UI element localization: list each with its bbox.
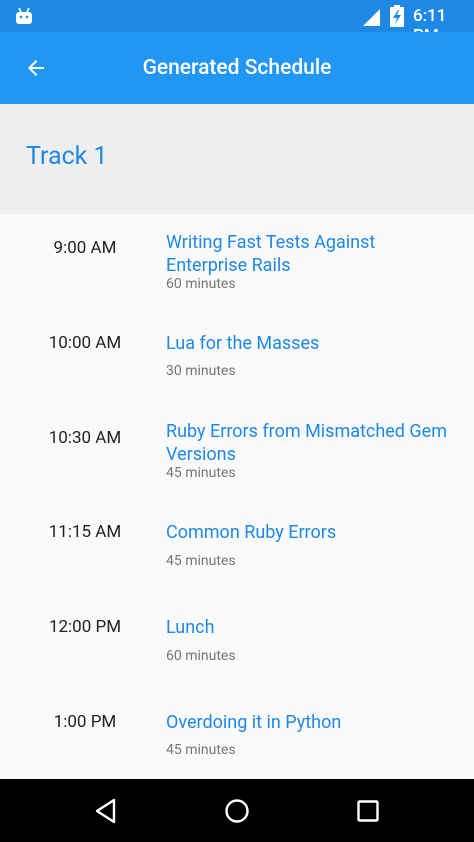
talk-title[interactable]: Lunch (166, 616, 456, 639)
talk-duration: 45 minutes (166, 465, 236, 481)
talk-time: 12:00 PM (48, 617, 122, 637)
schedule-row: 10:30 AM Ruby Errors from Mismatched Gem… (0, 404, 474, 499)
recents-square-icon (357, 800, 379, 822)
system-nav-bar (0, 779, 474, 842)
talk-title[interactable]: Lua for the Masses (166, 332, 456, 355)
battery-charging-icon (390, 5, 404, 27)
talk-duration: 45 minutes (166, 742, 236, 758)
talk-title[interactable]: Writing Fast Tests Against Enterprise Ra… (166, 231, 456, 277)
schedule-row: 12:00 PM Lunch 60 minutes (0, 594, 474, 689)
status-bar: 6:11 PM (0, 0, 474, 46)
talk-time: 10:30 AM (48, 428, 122, 448)
talk-time: 1:00 PM (53, 712, 117, 732)
schedule-row: 11:15 AM Common Ruby Errors 45 minutes (0, 499, 474, 594)
track-header: Track 1 (0, 104, 474, 214)
talk-title[interactable]: Common Ruby Errors (166, 521, 456, 544)
talk-time: 10:00 AM (48, 333, 122, 353)
home-circle-icon (225, 799, 249, 823)
talk-duration: 60 minutes (166, 276, 236, 292)
talk-time: 11:15 AM (48, 522, 122, 542)
signal-icon (363, 9, 380, 26)
talk-duration: 45 minutes (166, 553, 236, 569)
talk-title[interactable]: Overdoing it in Python (166, 711, 456, 734)
talk-duration: 30 minutes (166, 363, 236, 379)
talk-time: 9:00 AM (53, 238, 117, 258)
schedule-row: 9:00 AM Writing Fast Tests Against Enter… (0, 214, 474, 309)
nav-home-button[interactable] (217, 791, 257, 831)
back-button[interactable] (16, 48, 56, 88)
nav-recents-button[interactable] (348, 791, 388, 831)
android-icon (16, 7, 32, 24)
page-title: Generated Schedule (142, 56, 332, 80)
nav-back-button[interactable] (86, 791, 126, 831)
arrow-back-icon (28, 60, 44, 76)
talk-duration: 60 minutes (166, 648, 236, 664)
schedule-row: 10:00 AM Lua for the Masses 30 minutes (0, 309, 474, 404)
track-title: Track 1 (26, 142, 108, 171)
app-bar: Generated Schedule (0, 32, 474, 104)
talk-title[interactable]: Ruby Errors from Mismatched Gem Versions (166, 420, 456, 466)
schedule-row: 1:00 PM Overdoing it in Python 45 minute… (0, 689, 474, 784)
back-triangle-icon (95, 798, 116, 824)
